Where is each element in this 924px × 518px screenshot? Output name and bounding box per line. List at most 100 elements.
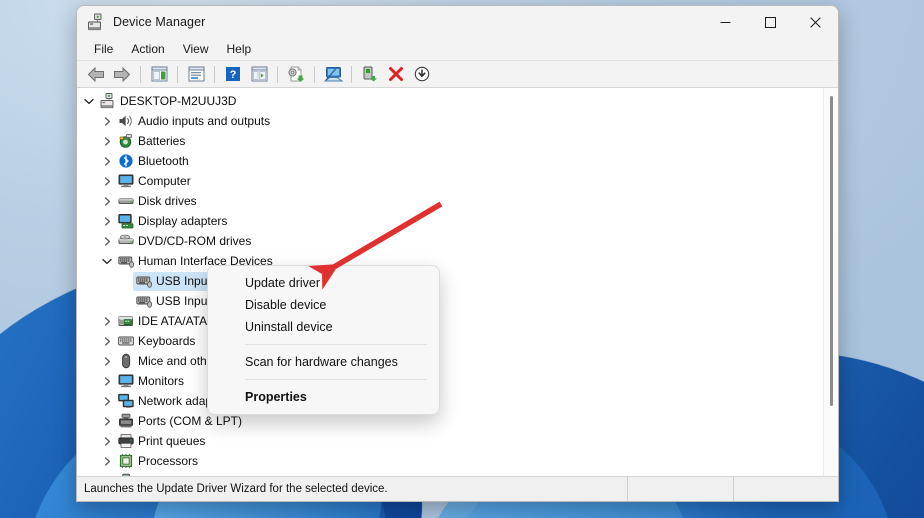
tree-row[interactable]: Batteries	[77, 131, 838, 151]
status-message: Launches the Update Driver Wizard for th…	[77, 483, 627, 495]
dvd-drive-icon	[117, 233, 135, 249]
maximize-button[interactable]	[748, 6, 793, 38]
chevron-right-icon[interactable]	[99, 453, 115, 469]
back-icon[interactable]	[83, 63, 109, 85]
chevron-right-icon[interactable]	[99, 213, 115, 229]
chevron-right-icon[interactable]	[99, 433, 115, 449]
context-menu-item[interactable]: Properties	[208, 386, 439, 408]
chevron-right-icon[interactable]	[99, 353, 115, 369]
speaker-icon	[117, 113, 135, 129]
tree-row[interactable]: Monitors	[77, 371, 838, 391]
tree-row-content[interactable]: Processors	[115, 452, 202, 471]
tree-row[interactable]: Print queues	[77, 431, 838, 451]
tree-row[interactable]: Network adapters	[77, 391, 838, 411]
vertical-scrollbar[interactable]	[823, 88, 838, 476]
menu-item-help[interactable]: Help	[218, 40, 261, 58]
tree-row-content[interactable]: Batteries	[115, 132, 189, 151]
computer-root-icon	[99, 93, 117, 109]
chevron-down-icon[interactable]	[99, 253, 115, 269]
tree-row[interactable]: Processors	[77, 451, 838, 471]
menu-item-action[interactable]: Action	[122, 40, 173, 58]
disk-drive-icon	[117, 193, 135, 209]
forward-icon[interactable]	[109, 63, 135, 85]
processor-icon	[117, 453, 135, 469]
device-manager-icon	[87, 13, 105, 31]
enable-device-icon[interactable]	[357, 63, 383, 85]
tree-row[interactable]: DVD/CD-ROM drives	[77, 231, 838, 251]
uninstall-device-icon[interactable]	[383, 63, 409, 85]
chevron-right-icon[interactable]	[99, 413, 115, 429]
chevron-down-icon[interactable]	[81, 93, 97, 109]
tree-root-row[interactable]: DESKTOP-M2UUJ3D	[77, 91, 838, 111]
tree-row-content[interactable]: Print queues	[115, 432, 209, 451]
tree-row-content[interactable]: Bluetooth	[115, 152, 193, 171]
chevron-right-icon[interactable]	[99, 173, 115, 189]
disable-device-icon[interactable]	[409, 63, 435, 85]
menu-item-view[interactable]: View	[174, 40, 218, 58]
context-menu-item[interactable]: Disable device	[208, 294, 439, 316]
tree-row[interactable]: Audio inputs and outputs	[77, 111, 838, 131]
tree-row-content[interactable]: Monitors	[115, 372, 188, 391]
tree-row-label: Disk drives	[138, 194, 197, 208]
device-tree-pane[interactable]: DESKTOP-M2UUJ3DAudio inputs and outputsB…	[77, 88, 838, 477]
tree-row-label: Processors	[138, 454, 198, 468]
tree-row[interactable]: Software devices	[77, 471, 838, 477]
chevron-right-icon[interactable]	[99, 333, 115, 349]
hid-icon	[135, 293, 153, 309]
printer-icon	[117, 433, 135, 449]
tree-row-content[interactable]: DVD/CD-ROM drives	[115, 232, 255, 251]
context-menu-separator	[245, 379, 427, 380]
tree-row[interactable]: Mice and other pointing devices	[77, 351, 838, 371]
chevron-right-icon[interactable]	[99, 133, 115, 149]
status-bar: Launches the Update Driver Wizard for th…	[77, 477, 838, 501]
tree-row-label: Monitors	[138, 374, 184, 388]
properties-icon[interactable]	[183, 63, 209, 85]
title-bar[interactable]: Device Manager	[77, 6, 838, 38]
tree-row[interactable]: IDE ATA/ATAPI controllers	[77, 311, 838, 331]
tree-row-content[interactable]: Display adapters	[115, 212, 231, 231]
tree-row-content[interactable]: Software devices	[115, 472, 233, 478]
context-menu-item[interactable]: Uninstall device	[208, 316, 439, 338]
tree-row[interactable]: Computer	[77, 171, 838, 191]
network-adapter-icon	[117, 393, 135, 409]
chevron-right-icon[interactable]	[99, 313, 115, 329]
tree-row[interactable]: USB Input Device	[77, 271, 838, 291]
chevron-right-icon[interactable]	[99, 373, 115, 389]
tree-row-content[interactable]: Audio inputs and outputs	[115, 112, 274, 131]
chevron-right-icon[interactable]	[99, 113, 115, 129]
context-menu-item[interactable]: Update driver	[208, 272, 439, 294]
chevron-right-icon[interactable]	[99, 193, 115, 209]
chevron-right-icon[interactable]	[99, 153, 115, 169]
tree-row-content[interactable]: Disk drives	[115, 192, 201, 211]
tree-row[interactable]: Human Interface Devices	[77, 251, 838, 271]
toolbar-separator	[177, 66, 178, 83]
tree-row-content[interactable]: DESKTOP-M2UUJ3D	[97, 92, 240, 111]
tree-row[interactable]: Disk drives	[77, 191, 838, 211]
chevron-right-icon[interactable]	[99, 393, 115, 409]
window-controls	[703, 6, 838, 38]
close-button[interactable]	[793, 6, 838, 38]
chevron-right-icon[interactable]	[99, 233, 115, 249]
toolbar: ?	[77, 61, 838, 88]
mouse-icon	[117, 353, 135, 369]
tree-row[interactable]: USB Input Device	[77, 291, 838, 311]
tree-row[interactable]: Bluetooth	[77, 151, 838, 171]
context-menu-item[interactable]: Scan for hardware changes	[208, 351, 439, 373]
update-driver-icon[interactable]	[283, 63, 309, 85]
scrollbar-thumb[interactable]	[830, 96, 833, 406]
minimize-button[interactable]	[703, 6, 748, 38]
scan-for-hardware-changes-icon[interactable]	[320, 63, 346, 85]
show-hide-action-pane-icon[interactable]	[246, 63, 272, 85]
tree-row-content[interactable]: Computer	[115, 172, 195, 191]
tree-row-content[interactable]: Keyboards	[115, 332, 199, 351]
window-title: Device Manager	[113, 15, 205, 29]
menu-item-file[interactable]: File	[85, 40, 122, 58]
chevron-right-icon[interactable]	[99, 473, 115, 477]
tree-row[interactable]: Keyboards	[77, 331, 838, 351]
show-hide-console-tree-icon[interactable]	[146, 63, 172, 85]
tree-row-label: DVD/CD-ROM drives	[138, 234, 251, 248]
help-icon[interactable]: ?	[220, 63, 246, 85]
tree-row[interactable]: Display adapters	[77, 211, 838, 231]
tree-row[interactable]: Ports (COM & LPT)	[77, 411, 838, 431]
tree-row-label: Ports (COM & LPT)	[138, 414, 242, 428]
